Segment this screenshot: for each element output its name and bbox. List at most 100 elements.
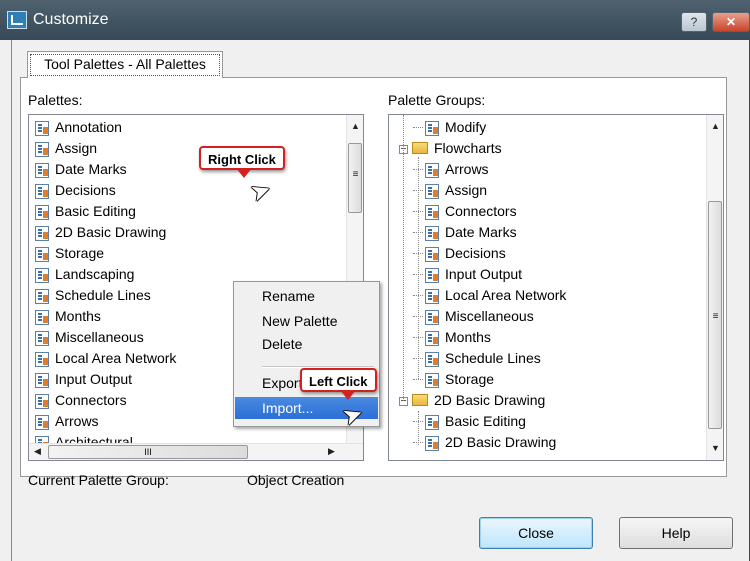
palette-icon — [35, 372, 49, 388]
list-item[interactable]: Storage — [35, 243, 104, 263]
folder-icon — [412, 142, 428, 155]
tree-item[interactable]: 2D Basic Drawing — [413, 432, 557, 452]
palette-icon — [35, 414, 49, 430]
palette-icon — [35, 162, 49, 178]
grip-icon: ≡ — [352, 169, 359, 180]
palette-icon — [35, 330, 49, 346]
tree-connector — [418, 157, 419, 379]
tree-connector — [413, 127, 423, 128]
palette-icon — [425, 204, 439, 220]
tree-item[interactable]: Basic Editing — [413, 411, 526, 431]
scroll-up-arrow-icon[interactable]: ▲ — [347, 121, 363, 131]
list-item[interactable]: Connectors — [35, 390, 127, 410]
menu-item-rename[interactable]: Rename — [235, 285, 378, 307]
tree-item[interactable]: Modify — [413, 117, 486, 137]
tree-group-item[interactable]: − Flowcharts — [399, 138, 502, 158]
palette-groups-tree[interactable]: Modify − Flowcharts Arrows Assign Connectors D… — [388, 114, 724, 461]
list-item[interactable]: Schedule Lines — [35, 285, 151, 305]
list-item[interactable]: Local Area Network — [35, 348, 176, 368]
list-item[interactable]: Input Output — [35, 369, 132, 389]
list-item[interactable]: Basic Editing — [35, 201, 136, 221]
palettes-hscroll[interactable]: ◀ III ▶ — [29, 443, 363, 460]
list-item-label: Schedule Lines — [55, 287, 151, 303]
list-item[interactable]: Miscellaneous — [35, 327, 144, 347]
tree-item[interactable]: Months — [413, 327, 491, 347]
tree-connector — [413, 379, 423, 380]
tree-item-label: Local Area Network — [445, 287, 567, 303]
help-button[interactable]: Help — [619, 517, 733, 549]
scroll-up-arrow-icon[interactable]: ▲ — [707, 121, 723, 131]
right-click-callout-tail — [236, 168, 252, 178]
palette-icon — [35, 351, 49, 367]
list-item[interactable]: Annotation — [35, 117, 122, 137]
list-item-label: Annotation — [55, 119, 122, 135]
tree-item[interactable]: Date Marks — [413, 222, 517, 242]
customize-dialog: Customize ? ✕ Tool Palettes - All Palett… — [0, 0, 750, 561]
tree-item-label: Assign — [445, 182, 488, 198]
list-item-label: Decisions — [55, 182, 116, 198]
list-item-label: Miscellaneous — [55, 329, 144, 345]
tree-connector — [403, 115, 404, 401]
tree-item[interactable]: Decisions — [413, 243, 506, 263]
tree-connector — [418, 411, 419, 445]
tree-item[interactable]: Storage — [413, 369, 495, 389]
scroll-left-arrow-icon[interactable]: ◀ — [29, 446, 46, 457]
left-click-callout: Left Click — [300, 368, 377, 392]
tab-tool-palettes[interactable]: Tool Palettes - All Palettes — [27, 51, 223, 78]
palette-icon — [35, 120, 49, 136]
tree-group-item[interactable]: −2D Basic Drawing — [399, 390, 545, 410]
palette-icon — [425, 162, 439, 178]
list-item[interactable]: Assign — [35, 138, 97, 158]
list-item-label: Arrows — [55, 413, 99, 429]
list-item-label: Basic Editing — [55, 203, 136, 219]
tree-item-label: Arrows — [445, 161, 489, 177]
titlebar-help-button[interactable]: ? — [681, 12, 707, 32]
tree-item-label: Decisions — [445, 245, 506, 261]
scroll-right-arrow-icon[interactable]: ▶ — [323, 446, 340, 457]
tree-item[interactable]: Connectors — [413, 201, 517, 221]
list-item-label: Date Marks — [55, 161, 127, 177]
list-item-label: 2D Basic Drawing — [55, 224, 167, 240]
tree-item-label: Flowcharts — [434, 140, 502, 156]
list-item-label: Local Area Network — [55, 350, 177, 366]
scroll-down-arrow-icon[interactable]: ▼ — [707, 443, 723, 453]
palette-icon — [35, 267, 49, 283]
tree-item[interactable]: Input Output — [413, 264, 523, 284]
palette-groups-vscroll[interactable]: ▲ ≡ ▼ — [706, 115, 723, 460]
palette-icon — [35, 141, 49, 157]
palette-icon — [35, 246, 49, 262]
tree-item-label: Months — [445, 329, 491, 345]
list-item[interactable]: Months — [35, 306, 101, 326]
tree-item-label: Basic Editing — [445, 413, 526, 429]
window-title: Customize — [33, 11, 109, 28]
tree-item-label: 2D Basic Drawing — [445, 434, 557, 450]
menu-item-new-palette[interactable]: New Palette — [235, 310, 378, 332]
list-item[interactable]: 2D Basic Drawing — [35, 222, 166, 242]
titlebar-close-button[interactable]: ✕ — [712, 12, 750, 32]
grip-icon: ≡ — [712, 311, 719, 322]
palette-icon — [425, 309, 439, 325]
left-click-callout-tail — [340, 390, 356, 400]
list-item[interactable]: Arrows — [35, 411, 99, 431]
list-item[interactable]: Decisions — [35, 180, 116, 200]
palettes-label: Palettes: — [28, 92, 83, 108]
tree-item-label: Storage — [445, 371, 495, 387]
title-bar[interactable]: Customize ? ✕ — [0, 0, 750, 40]
tree-item[interactable]: Assign — [413, 180, 488, 200]
tree-item-label: Input Output — [445, 266, 523, 282]
list-item[interactable]: Date Marks — [35, 159, 127, 179]
list-item[interactable]: Landscaping — [35, 264, 134, 284]
tree-item[interactable]: Local Area Network — [413, 285, 567, 305]
tree-item[interactable]: Schedule Lines — [413, 348, 541, 368]
palette-icon — [425, 330, 439, 346]
menu-item-delete[interactable]: Delete — [235, 333, 378, 355]
palette-icon — [425, 183, 439, 199]
palette-icon — [425, 414, 439, 430]
close-button[interactable]: Close — [479, 517, 593, 549]
app-icon — [7, 11, 27, 29]
list-item-label: Landscaping — [55, 266, 135, 282]
palettes-hscroll-thumb[interactable]: III — [48, 445, 248, 459]
palette-icon — [425, 372, 439, 388]
tree-item[interactable]: Miscellaneous — [413, 306, 534, 326]
tree-item[interactable]: Arrows — [413, 159, 489, 179]
